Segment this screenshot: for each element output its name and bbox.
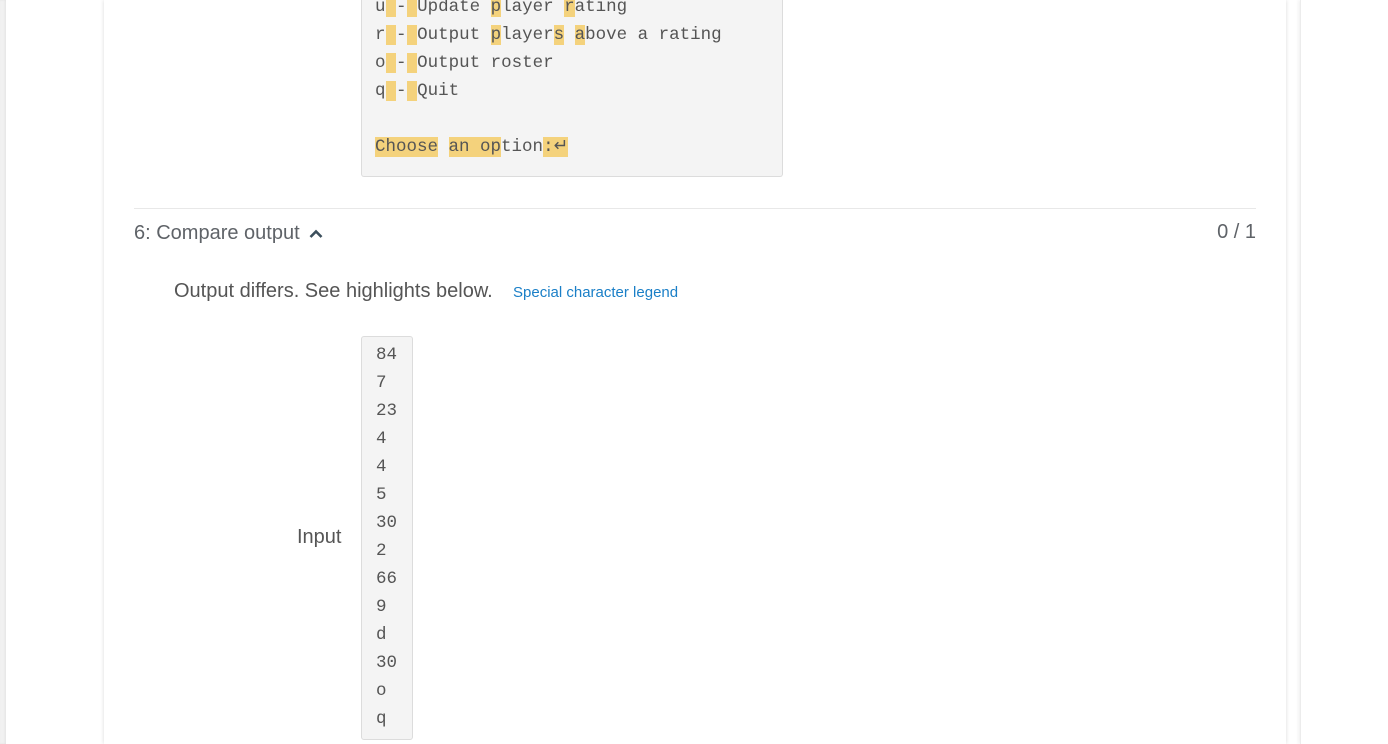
- output-text: r: [375, 25, 386, 45]
- input-line: 5: [376, 485, 387, 505]
- input-line: 66: [376, 569, 398, 589]
- test-score: 0 / 1: [1217, 221, 1256, 243]
- output-text: -: [396, 25, 407, 45]
- output-text: o: [375, 53, 386, 73]
- page-left-edge: [0, 0, 6, 744]
- output-line: q - Quit: [375, 77, 459, 105]
- chevron-up-icon[interactable]: [308, 226, 324, 242]
- input-label: Input: [297, 526, 342, 548]
- output-text: -: [396, 81, 407, 101]
- status-message: Output differs. See highlights below.: [174, 280, 493, 302]
- input-line: d: [376, 625, 387, 645]
- output-text: -: [396, 53, 407, 73]
- diff-highlight: [385, 0, 397, 17]
- output-line: u - Update player rating: [375, 0, 627, 21]
- input-line: 30: [376, 653, 398, 673]
- output-text: bove a rating: [585, 25, 722, 45]
- diff-highlight: p: [490, 25, 502, 45]
- output-text: Update: [417, 0, 491, 17]
- expected-output-box: u - Update player rating r - Output playe…: [361, 0, 783, 177]
- special-character-legend-link[interactable]: Special character legend: [513, 284, 678, 301]
- output-text: Output: [417, 25, 491, 45]
- input-line: 7: [376, 373, 387, 393]
- diff-highlight: Choose: [375, 137, 439, 157]
- diff-highlight: r: [564, 0, 575, 17]
- test-title: 6: Compare output: [134, 222, 300, 244]
- diff-highlight: an op: [448, 137, 502, 157]
- diff-highlight: [406, 25, 418, 45]
- diff-highlight: [406, 0, 418, 17]
- input-line: o: [376, 681, 387, 701]
- diff-highlight: a: [574, 25, 586, 45]
- output-line: Choose an option:↵: [375, 133, 569, 161]
- page-right-panel: [1300, 0, 1388, 744]
- output-text: ating: [574, 0, 628, 17]
- input-line: 84: [376, 345, 398, 365]
- diff-highlight: [406, 81, 418, 101]
- output-text: layer: [501, 25, 554, 45]
- output-text: Quit: [417, 81, 460, 101]
- test-results-card: u - Update player rating r - Output playe…: [104, 0, 1286, 744]
- output-line: o - Output roster: [375, 49, 554, 77]
- diff-highlight: s: [553, 25, 565, 45]
- output-text: layer: [501, 0, 565, 17]
- diff-highlight: p: [490, 0, 502, 17]
- diff-highlight: [385, 25, 397, 45]
- output-text: -: [396, 0, 407, 17]
- input-line: 23: [376, 401, 398, 421]
- input-line: 9: [376, 597, 387, 617]
- output-text: u: [375, 0, 386, 17]
- input-line: 4: [376, 457, 387, 477]
- input-line: q: [376, 709, 387, 729]
- test-divider: [134, 208, 1256, 209]
- output-text: Output roster: [417, 53, 554, 73]
- diff-highlight: [385, 81, 397, 101]
- input-line: 30: [376, 513, 398, 533]
- diff-highlight: :↵: [543, 137, 569, 157]
- diff-highlight: [385, 53, 397, 73]
- output-text: q: [375, 81, 386, 101]
- input-line: 2: [376, 541, 387, 561]
- output-line: r - Output players above a rating: [375, 21, 722, 49]
- input-line: 4: [376, 429, 387, 449]
- output-text: tion: [501, 137, 544, 157]
- test-6-header[interactable]: 6: Compare output: [134, 222, 324, 245]
- input-box: 84 7 23 4 4 5 30 2 66 9 d 30 o q: [361, 336, 413, 740]
- diff-highlight: [406, 53, 418, 73]
